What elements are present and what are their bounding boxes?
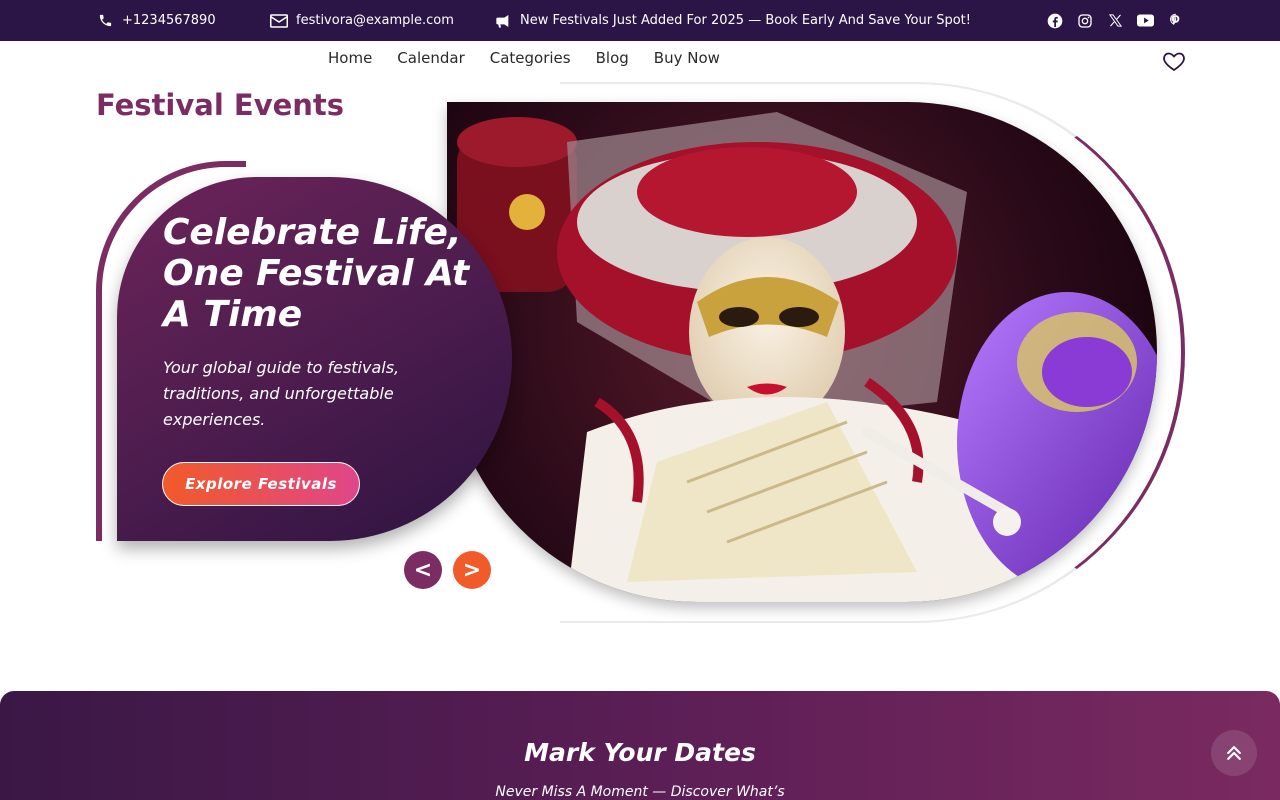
phone-contact[interactable]: +1234567890	[96, 0, 216, 41]
email-address: festivora@example.com	[296, 13, 454, 28]
hero-headline: Celebrate Life, One Festival At A Time	[163, 212, 470, 335]
nav-item-buy-now[interactable]: Buy Now	[654, 49, 720, 67]
explore-festivals-button[interactable]: Explore Festivals	[162, 462, 360, 506]
phone-icon	[96, 12, 114, 30]
dates-title: Mark Your Dates	[524, 738, 756, 767]
megaphone-icon	[494, 12, 512, 30]
hero-image	[447, 102, 1157, 602]
double-chevron-up-icon	[1227, 746, 1241, 760]
nav-item-blog[interactable]: Blog	[596, 49, 629, 67]
social-links	[1046, 0, 1184, 41]
dates-subtitle: Never Miss A Moment — Discover What’s	[495, 784, 785, 800]
pinterest-icon[interactable]	[1166, 12, 1184, 30]
youtube-icon[interactable]	[1136, 12, 1154, 30]
nav-item-categories[interactable]: Categories	[490, 49, 571, 67]
nav-links: Home Calendar Categories Blog Buy Now	[328, 49, 720, 67]
announcement: New Festivals Just Added For 2025 — Book…	[494, 0, 971, 41]
chevron-left-icon: <	[413, 557, 433, 583]
x-icon[interactable]	[1106, 12, 1124, 30]
facebook-icon[interactable]	[1046, 12, 1064, 30]
nav-item-home[interactable]: Home	[328, 49, 372, 67]
scroll-to-top-button[interactable]	[1211, 730, 1257, 776]
phone-number: +1234567890	[122, 13, 216, 28]
envelope-icon	[270, 12, 288, 30]
heart-icon[interactable]	[1162, 49, 1186, 73]
slider-prev-button[interactable]: <	[404, 551, 442, 589]
slider-next-button[interactable]: >	[453, 551, 491, 589]
nav-item-calendar[interactable]: Calendar	[397, 49, 464, 67]
announcement-text: New Festivals Just Added For 2025 — Book…	[520, 13, 971, 28]
carnival-mask-illustration	[457, 112, 1157, 602]
hero-subtitle: Your global guide to festivals, traditio…	[163, 358, 400, 429]
chevron-right-icon: >	[462, 557, 482, 583]
main-navigation: Home Calendar Categories Blog Buy Now	[0, 41, 1280, 81]
instagram-icon[interactable]	[1076, 12, 1094, 30]
top-bar: +1234567890 festivora@example.com New Fe…	[0, 0, 1280, 41]
email-contact[interactable]: festivora@example.com	[270, 0, 454, 41]
section-title: Festival Events	[96, 88, 345, 122]
